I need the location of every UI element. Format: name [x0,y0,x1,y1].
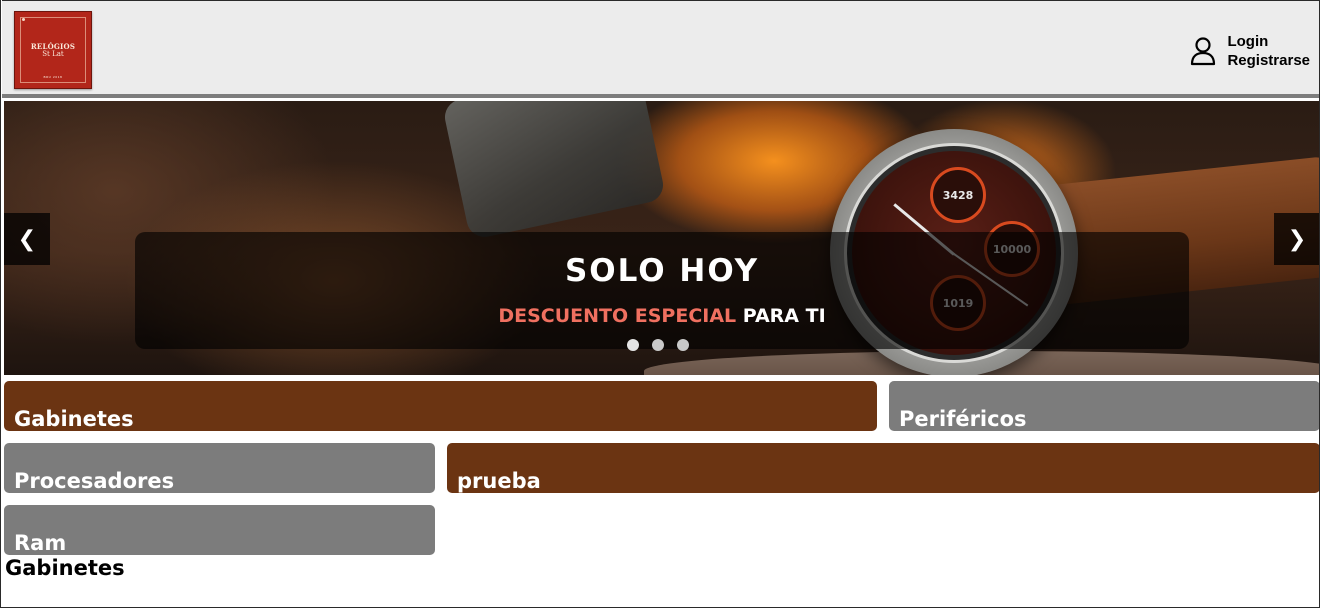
logo-tagline: BRU 2018 [43,75,63,79]
carousel-prev-button[interactable]: ❮ [4,213,50,265]
category-label: Procesadores [14,469,175,493]
register-link[interactable]: Registrarse [1227,51,1310,70]
carousel-caption: SOLO HOY DESCUENTO ESPECIAL PARA TI [135,232,1189,349]
carousel-subtitle-rest: PARA TI [742,305,826,327]
category-tile-gabinetes[interactable]: Gabinetes [4,381,877,431]
logo-subtitle: St Lat [42,50,64,58]
brand-logo[interactable]: RELÓGIOS St Lat BRU 2018 [14,11,92,89]
carousel-subtitle: DESCUENTO ESPECIAL PARA TI [135,305,1189,327]
carousel-next-button[interactable]: ❯ [1274,213,1319,265]
user-icon[interactable] [1189,36,1217,66]
category-tile-perifericos[interactable]: Periféricos [889,381,1319,431]
logo-dot [22,18,25,21]
category-tile-procesadores[interactable]: Procesadores [4,443,435,493]
login-link[interactable]: Login [1227,32,1310,51]
carousel-indicator-1[interactable] [627,339,639,351]
hero-image-strap [441,101,667,241]
category-tile-prueba[interactable]: prueba [447,443,1319,493]
category-label: Ram [14,531,67,555]
carousel-indicators [627,339,689,351]
section-heading: Gabinetes [5,556,125,580]
account-links: Login Registrarse [1227,32,1310,70]
site-header: RELÓGIOS St Lat BRU 2018 Login Registrar… [2,0,1319,98]
category-label: prueba [457,469,541,493]
category-label: Gabinetes [14,407,134,431]
carousel-subtitle-accent: DESCUENTO ESPECIAL [498,305,737,327]
carousel-indicator-2[interactable] [652,339,664,351]
page: RELÓGIOS St Lat BRU 2018 Login Registrar… [0,0,1320,608]
category-tile-ram[interactable]: Ram [4,505,435,555]
account-menu[interactable]: Login Registrarse [1189,31,1310,71]
category-label: Periféricos [899,407,1027,431]
watch-subdial-top: 3428 [930,167,986,223]
watch-readout-top: 3428 [942,189,974,202]
carousel-indicator-3[interactable] [677,339,689,351]
carousel-title: SOLO HOY [564,253,760,289]
hero-carousel: 3428 10000 1019 ❮ ❯ SOLO HOY DESCUENTO E… [4,101,1319,375]
